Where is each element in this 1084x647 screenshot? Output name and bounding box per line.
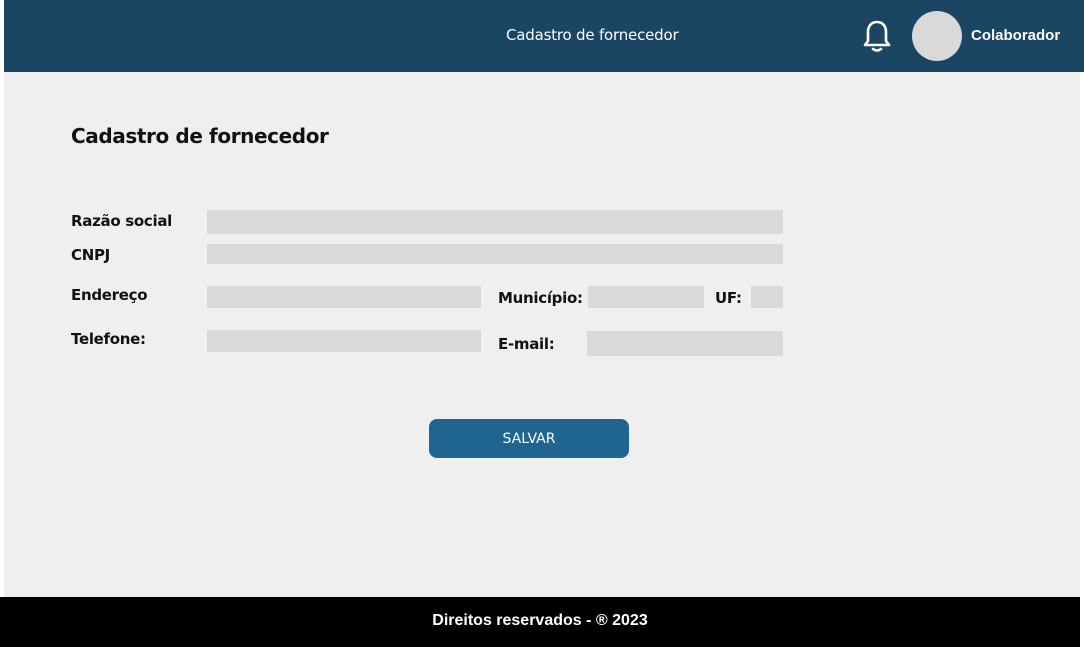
email-label: E-mail: [498, 335, 555, 353]
endereco-label: Endereço [71, 286, 148, 304]
municipio-input[interactable] [588, 286, 704, 308]
razao-social-input[interactable] [207, 210, 783, 234]
telefone-label: Telefone: [71, 330, 146, 348]
footer: Direitos reservados - ® 2023 [0, 597, 1080, 647]
footer-copyright: Direitos reservados - ® 2023 [432, 612, 648, 629]
avatar[interactable] [912, 11, 962, 61]
cnpj-label: CNPJ [71, 246, 110, 264]
bell-icon[interactable] [856, 17, 896, 55]
main-content: Cadastro de fornecedor Razão social CNPJ… [4, 72, 1080, 597]
endereco-input[interactable] [207, 286, 481, 308]
top-header: Cadastro de fornecedor Colaborador [4, 0, 1084, 72]
save-button[interactable]: SALVAR [429, 419, 629, 458]
uf-input[interactable] [751, 286, 783, 308]
cnpj-input[interactable] [207, 244, 783, 264]
user-name[interactable]: Colaborador [971, 27, 1060, 44]
header-title: Cadastro de fornecedor [506, 26, 679, 44]
uf-label: UF: [715, 289, 742, 307]
email-input[interactable] [587, 331, 783, 356]
page-title: Cadastro de fornecedor [71, 124, 329, 148]
telefone-input[interactable] [207, 330, 481, 352]
razao-social-label: Razão social [71, 212, 172, 230]
municipio-label: Município: [498, 289, 583, 307]
